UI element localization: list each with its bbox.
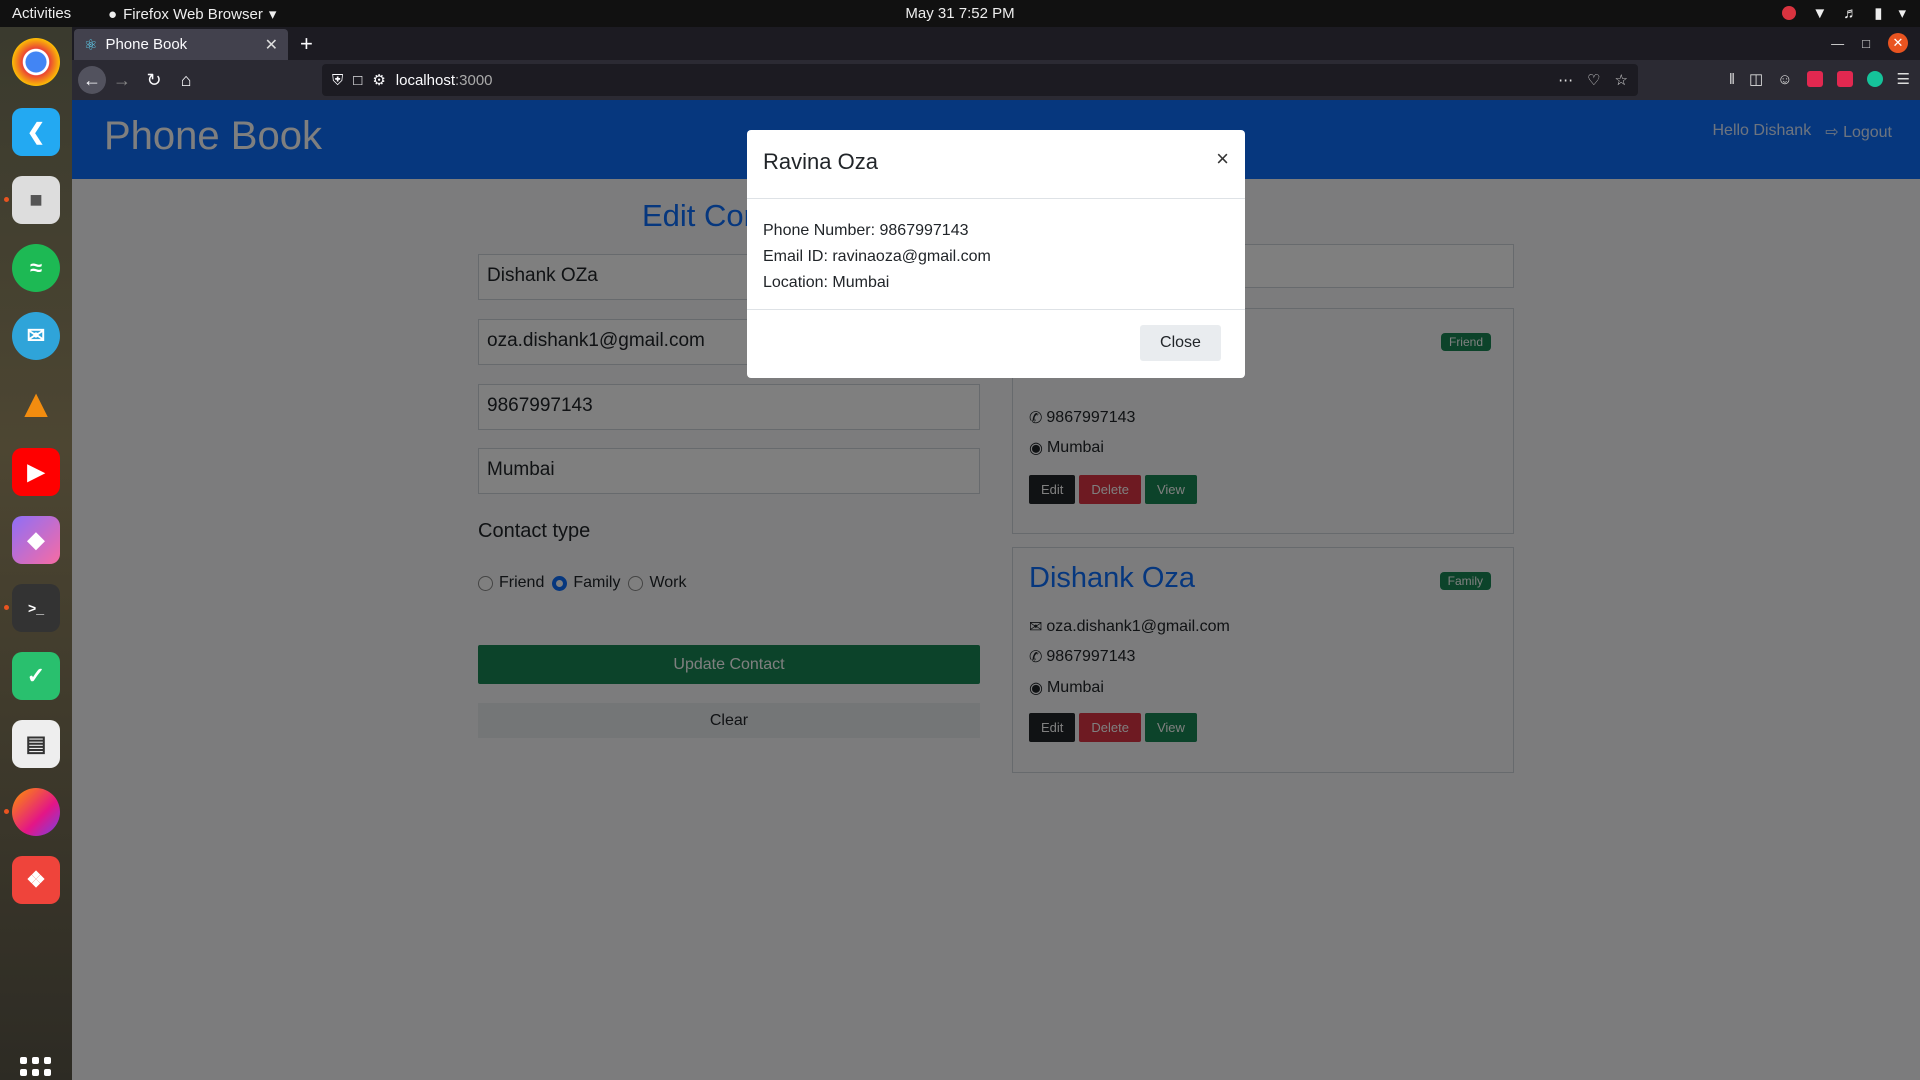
modal-email: Email ID: ravinaoza@gmail.com <box>763 248 991 265</box>
volume-icon[interactable]: ♬ <box>1843 5 1858 22</box>
anydesk-icon[interactable]: ❖ <box>12 856 60 904</box>
modal-phone: Phone Number: 9867997143 <box>763 222 969 239</box>
battery-icon[interactable]: ▮ <box>1874 4 1882 22</box>
account-icon[interactable]: ☺ <box>1777 71 1792 88</box>
dock: ❮ ■ ≈ ✉ ▲ ▶ ◆ >_ ✓ ▤ ❖ <box>0 27 72 1080</box>
modal-header: Ravina Oza × <box>747 130 1245 199</box>
window-controls: — □ ✕ <box>1831 33 1908 53</box>
grammarly-icon[interactable] <box>1866 71 1883 87</box>
mail-icon[interactable]: ✉ <box>12 312 60 360</box>
back-icon[interactable]: ← <box>78 66 106 94</box>
modal-close-button[interactable]: Close <box>1140 325 1221 361</box>
hamburger-menu-icon[interactable]: ☰ <box>1897 70 1910 88</box>
system-tray[interactable]: ▼ ♬ ▮ ▾ <box>1782 4 1906 22</box>
pocket-icon[interactable]: ♡ <box>1587 71 1600 89</box>
maximize-icon[interactable]: □ <box>1862 36 1870 51</box>
wifi-icon[interactable]: ▼ <box>1812 5 1827 22</box>
react-favicon-icon: ⚛ <box>84 36 98 54</box>
close-icon[interactable]: × <box>1216 146 1229 172</box>
modal-body: Phone Number: 9867997143 Email ID: ravin… <box>747 199 1245 310</box>
terminal-icon[interactable]: >_ <box>12 584 60 632</box>
postman-icon[interactable]: ◆ <box>12 516 60 564</box>
permissions-icon[interactable]: ⚙ <box>372 71 385 89</box>
close-window-icon[interactable]: ✕ <box>1888 33 1908 53</box>
spotify-icon[interactable]: ≈ <box>12 244 60 292</box>
close-tab-icon[interactable]: ✕ <box>265 35 278 55</box>
tab-title: Phone Book <box>105 36 188 53</box>
new-tab-icon[interactable]: + <box>300 31 313 57</box>
show-applications-icon[interactable] <box>20 1057 51 1080</box>
system-top-bar: Activities ● Firefox Web Browser ▾ May 3… <box>0 0 1920 27</box>
url-bar[interactable]: ⛨ □ ⚙ localhost:3000 ⋯ ♡ ☆ <box>322 64 1638 96</box>
bookmark-star-icon[interactable]: ☆ <box>1615 71 1628 89</box>
files-icon[interactable]: ■ <box>12 176 60 224</box>
tab-strip: ⚛ Phone Book ✕ + — □ ✕ <box>72 27 1920 60</box>
forward-icon[interactable]: → <box>108 66 136 94</box>
nav-toolbar: ← → ↻ ⌂ ⛨ □ ⚙ localhost:3000 ⋯ ♡ ☆ ‖ ◫ ☺… <box>72 60 1920 100</box>
extension-icon[interactable] <box>1836 71 1853 87</box>
home-icon[interactable]: ⌂ <box>172 66 200 94</box>
clock[interactable]: May 31 7:52 PM <box>0 5 1920 22</box>
url-host: localhost <box>395 71 455 89</box>
sidebar-icon[interactable]: ◫ <box>1749 70 1763 88</box>
firefox-icon[interactable] <box>12 788 60 836</box>
more-actions-icon[interactable]: ⋯ <box>1558 71 1573 89</box>
tab-phone-book[interactable]: ⚛ Phone Book ✕ <box>74 29 288 60</box>
reload-icon[interactable]: ↻ <box>140 66 168 94</box>
tray-app-icon[interactable] <box>1782 6 1797 20</box>
url-port: :3000 <box>454 71 493 89</box>
modal-location: Location: Mumbai <box>763 274 890 291</box>
chrome-icon[interactable] <box>12 38 60 86</box>
todo-icon[interactable]: ✓ <box>12 652 60 700</box>
modal-footer: Close <box>747 310 1245 376</box>
power-menu-icon[interactable]: ▾ <box>1898 4 1906 22</box>
reader-icon[interactable]: ▤ <box>12 720 60 768</box>
contact-details-modal: Ravina Oza × Phone Number: 9867997143 Em… <box>747 130 1245 378</box>
toolbar-icons: ‖ ◫ ☺ ☰ <box>1729 70 1910 89</box>
shield-icon[interactable]: ⛨ <box>332 72 343 89</box>
extension-lock-icon[interactable] <box>1806 71 1823 87</box>
vscode-icon[interactable]: ❮ <box>12 108 60 156</box>
youtube-icon[interactable]: ▶ <box>12 448 60 496</box>
library-icon[interactable]: ‖ <box>1729 71 1735 88</box>
minimize-icon[interactable]: — <box>1831 36 1844 51</box>
vlc-icon[interactable]: ▲ <box>12 380 60 428</box>
modal-title: Ravina Oza <box>763 149 878 174</box>
page-icon: □ <box>353 71 363 89</box>
